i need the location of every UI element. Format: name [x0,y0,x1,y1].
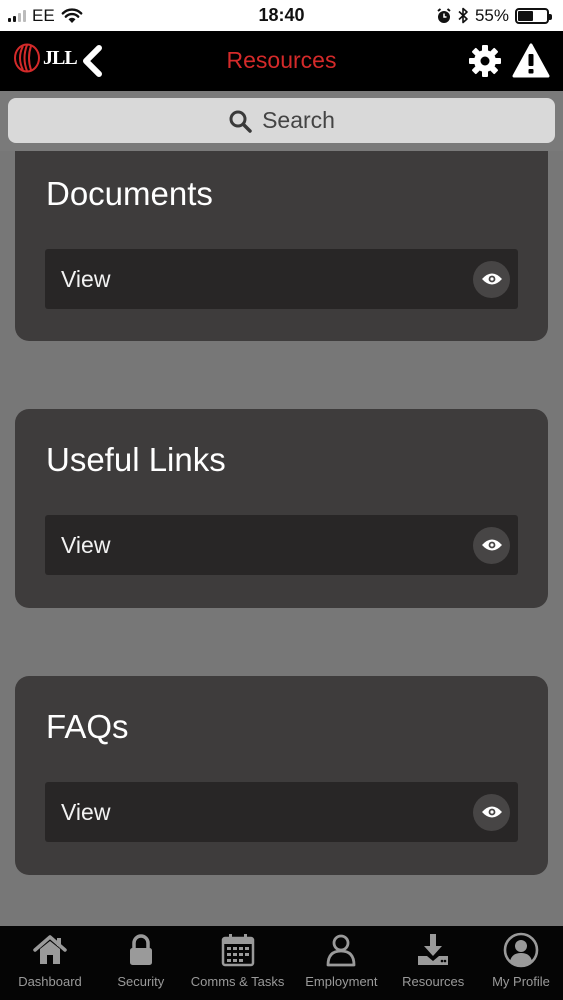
nav-security[interactable]: Security [106,926,176,1000]
download-icon [418,934,449,965]
card-useful-links: Useful Links View [15,409,548,608]
signal-icon [8,9,26,22]
search-placeholder: Search [262,107,335,133]
nav-dashboard[interactable]: Dashboard [4,926,96,1000]
nav-label: Employment [305,974,378,989]
calendar-icon [221,934,254,967]
status-left: EE [8,6,83,26]
wifi-icon [61,7,83,23]
nav-comms-tasks[interactable]: Comms & Tasks [186,926,290,1000]
view-label: View [61,531,111,558]
nav-resources[interactable]: Resources [393,926,473,1000]
app-header: JLL Resources [0,31,563,91]
search-input[interactable]: Search [8,98,555,143]
nav-label: My Profile [492,974,550,989]
card-title: Useful Links [46,441,226,478]
nav-label: Comms & Tasks [190,974,285,989]
nav-employment[interactable]: Employment [299,926,383,1000]
nav-label: Security [117,974,165,989]
view-useful-links-button[interactable]: View [45,515,518,575]
nav-label: Dashboard [18,974,82,989]
battery-icon [515,7,552,24]
lock-icon [129,934,152,965]
alarm-icon [437,7,451,23]
status-right: 55% [436,5,552,26]
profile-icon [503,932,539,968]
person-icon [326,934,356,967]
eye-icon[interactable] [473,793,510,831]
view-label: View [61,798,111,825]
card-documents: Documents View [15,151,548,341]
bottom-nav: Dashboard Security Comms & Tasks Employm… [0,926,563,1000]
status-bar: EE 18:40 55% [0,0,563,31]
view-label: View [61,265,111,292]
bluetooth-icon [458,7,468,24]
search-area: Search [0,91,563,151]
card-faqs: FAQs View [15,676,548,875]
search-icon [229,110,252,133]
card-title: FAQs [46,708,129,745]
carrier-name: EE [32,5,55,25]
view-faqs-button[interactable]: View [45,782,518,842]
nav-my-profile[interactable]: My Profile [483,926,559,1000]
eye-icon[interactable] [473,526,510,564]
card-title: Documents [46,175,213,212]
gear-icon[interactable] [468,44,502,78]
battery-fill [518,10,534,21]
battery-percent: 55% [474,5,509,25]
nav-label: Resources [402,974,465,989]
home-icon [33,935,67,964]
view-documents-button[interactable]: View [45,249,518,309]
eye-icon[interactable] [473,260,510,298]
warning-icon[interactable] [512,43,550,79]
